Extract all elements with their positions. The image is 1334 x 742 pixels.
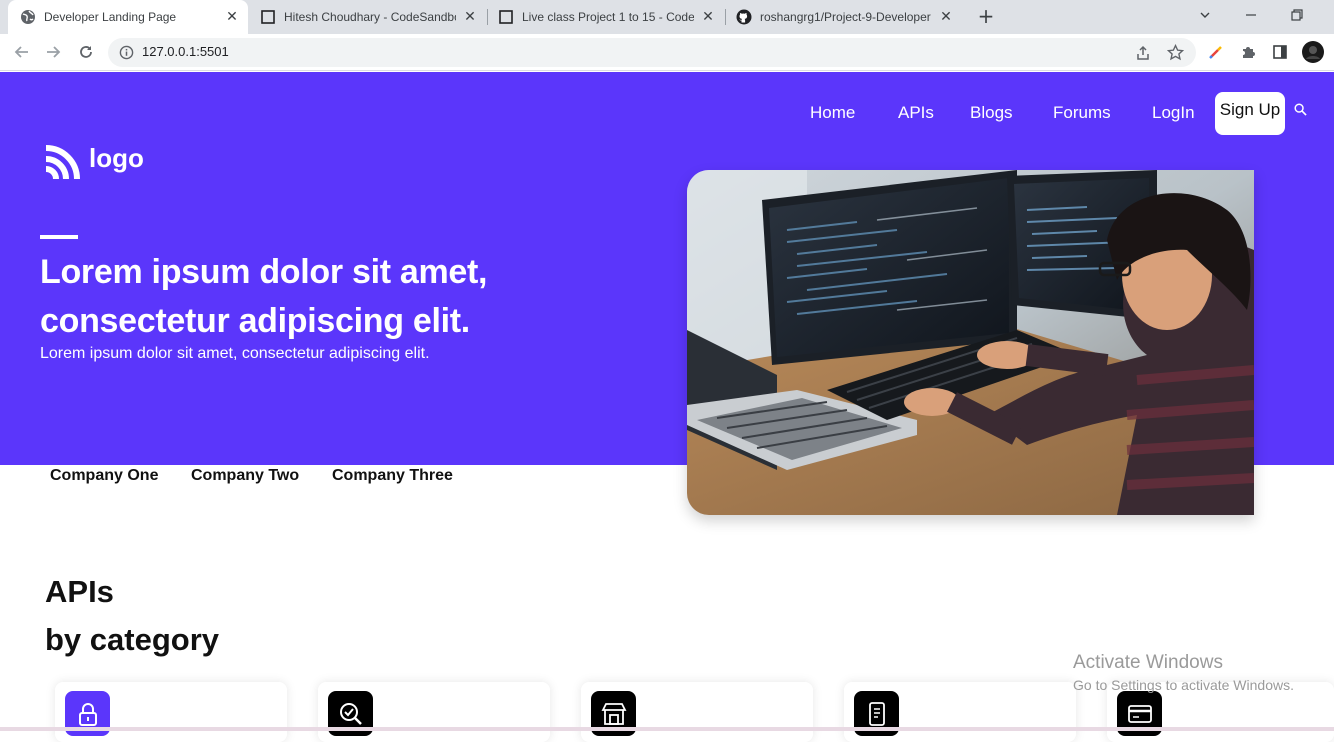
share-icon[interactable] [1135, 45, 1151, 61]
nav-apis-link[interactable]: APIs [898, 103, 934, 123]
company-two-label: Company Two [191, 467, 300, 484]
codesandbox-icon [499, 10, 513, 24]
restore-icon[interactable] [1274, 0, 1320, 30]
minimize-icon[interactable] [1228, 0, 1274, 30]
bottom-divider [0, 727, 1334, 731]
chevron-down-icon[interactable] [1182, 0, 1228, 30]
star-icon[interactable] [1167, 44, 1184, 61]
close-icon[interactable]: ✕ [938, 9, 954, 25]
nav-home-link[interactable]: Home [810, 103, 855, 123]
tab-codesandbox-live-class[interactable]: Live class Project 1 to 15 - CodeSandbox… [488, 0, 724, 34]
category-card[interactable] [318, 682, 550, 742]
category-card[interactable] [55, 682, 287, 742]
tab-codesandbox-hitesh[interactable]: Hitesh Choudhary - CodeSandbox ✕ [250, 0, 486, 34]
apis-subtitle-line: by category [45, 622, 220, 657]
hero-subtitle: Lorem ipsum dolor sit amet, consectetur … [40, 345, 430, 362]
apis-title-line: APIs [45, 574, 114, 609]
close-icon[interactable]: ✕ [700, 9, 716, 25]
logo-icon [45, 145, 80, 180]
side-panel-icon[interactable] [1270, 42, 1290, 62]
hero-developer-image [687, 170, 1254, 515]
browser-tab-bar: Developer Landing Page ✕ Hitesh Choudhar… [0, 0, 1334, 34]
close-icon[interactable]: ✕ [224, 9, 240, 25]
hero-accent-line [40, 235, 78, 239]
tab-title: Developer Landing Page [44, 10, 177, 24]
url-text: 127.0.0.1:5501 [142, 44, 229, 59]
forward-arrow-icon[interactable] [43, 42, 63, 62]
back-arrow-icon[interactable] [12, 42, 32, 62]
puzzle-icon[interactable] [1238, 42, 1258, 62]
category-card[interactable] [581, 682, 813, 742]
nav-forums-link[interactable]: Forums [1053, 103, 1111, 123]
search-icon[interactable] [1294, 103, 1307, 116]
company-three-label: Company Three [332, 467, 453, 484]
company-one-label: Company One [50, 467, 159, 484]
activate-windows-title: Activate Windows [1073, 652, 1223, 673]
tab-title: Hitesh Choudhary - CodeSandbox [284, 10, 456, 24]
hero-title: Lorem ipsum dolor sit amet, consectetur … [40, 253, 488, 340]
reload-icon[interactable] [76, 42, 96, 62]
close-icon[interactable]: ✕ [462, 9, 478, 25]
tab-title: roshangrg1/Project-9-Developer [760, 10, 931, 24]
github-icon [736, 9, 752, 25]
tab-github-project[interactable]: roshangrg1/Project-9-Developer ✕ [726, 0, 962, 34]
activate-windows-subtitle: Go to Settings to activate Windows. [1073, 677, 1294, 693]
nav-blogs-link[interactable]: Blogs [970, 103, 1013, 123]
paint-brush-icon[interactable] [1206, 42, 1226, 62]
browser-toolbar: 127.0.0.1:5501 [0, 34, 1334, 71]
info-icon[interactable] [119, 45, 134, 60]
address-bar[interactable]: 127.0.0.1:5501 [108, 38, 1196, 67]
codesandbox-icon [261, 10, 275, 24]
globe-icon [21, 10, 35, 24]
tab-title: Live class Project 1 to 15 - CodeSandbox [522, 10, 694, 24]
nav-login-link[interactable]: LogIn [1152, 103, 1195, 123]
category-card[interactable] [844, 682, 1076, 742]
logo-text: logo [89, 143, 144, 173]
avatar[interactable] [1301, 40, 1325, 64]
plus-icon[interactable]: + [976, 4, 996, 28]
tab-developer-landing-page[interactable]: Developer Landing Page ✕ [8, 0, 248, 34]
apis-section-title: APIs by category [45, 568, 219, 664]
sign-up-button[interactable]: Sign Up [1215, 92, 1285, 135]
